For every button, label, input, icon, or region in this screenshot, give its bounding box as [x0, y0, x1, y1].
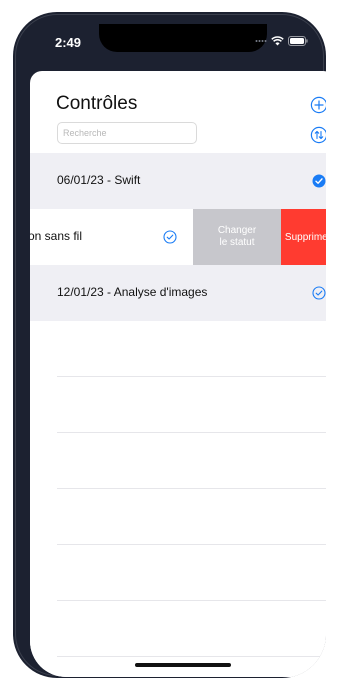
status-icons [255, 36, 308, 46]
list-item-label: on sans fil [30, 229, 82, 243]
phone-device: 2:49 Contrôles Recherche 06/01/23 - Swif… [13, 12, 326, 678]
list-item[interactable]: 06/01/23 - Swift [30, 153, 326, 209]
delete-button[interactable]: Supprimer [281, 209, 326, 265]
plus-circle-icon [310, 96, 326, 114]
empty-row [30, 377, 326, 433]
checkmark-filled-icon [312, 174, 326, 188]
list-item-label: 06/01/23 - Swift [57, 173, 141, 187]
checkmark-outline-icon [312, 286, 326, 300]
cellular-dots-icon [255, 40, 267, 42]
controls-sheet: Contrôles Recherche 06/01/23 - Swift on … [30, 71, 326, 677]
swiped-row-content[interactable]: on sans fil [30, 209, 193, 265]
change-status-label-line1: Changer [217, 225, 257, 236]
empty-row [30, 433, 326, 489]
add-button[interactable] [310, 96, 326, 114]
controls-list: 06/01/23 - Swift on sans fil Changer le … [30, 153, 326, 677]
empty-row [30, 545, 326, 601]
empty-row [30, 489, 326, 545]
notch [99, 24, 267, 52]
empty-row [30, 321, 326, 377]
battery-icon [288, 36, 308, 46]
search-input[interactable] [57, 122, 197, 144]
list-item[interactable]: 12/01/23 - Analyse d'images [30, 265, 326, 321]
empty-row [30, 601, 326, 657]
sort-arrows-icon [310, 126, 326, 144]
list-item-label: 12/01/23 - Analyse d'images [57, 285, 208, 299]
screen-canvas: 2:49 Contrôles Recherche 06/01/23 - Swif… [0, 0, 339, 682]
wifi-icon [271, 36, 284, 46]
page-title: Contrôles [56, 93, 138, 114]
home-indicator [135, 663, 231, 667]
checkmark-outline-icon [163, 230, 177, 244]
status-time: 2:49 [55, 35, 82, 50]
empty-row [30, 657, 326, 677]
list-item-swiped[interactable]: on sans fil Changer le statut Supprimer [30, 209, 326, 265]
sort-button[interactable] [310, 126, 326, 144]
change-status-button[interactable]: Changer le statut [193, 209, 281, 265]
change-status-label-line2: le statut [219, 237, 255, 248]
